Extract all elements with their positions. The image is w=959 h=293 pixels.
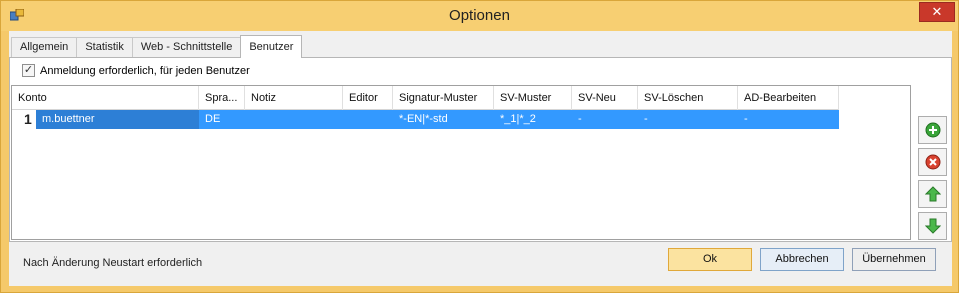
move-down-button[interactable] (918, 212, 947, 240)
ok-button[interactable]: Ok (668, 248, 752, 271)
column-header-konto[interactable]: Konto (12, 86, 199, 110)
cell-konto[interactable]: m.buettner (36, 110, 199, 129)
grid-header: Konto Spra... Notiz Editor Signatur-Must… (12, 86, 839, 110)
cell-sv-muster[interactable]: *_1|*_2 (494, 110, 572, 129)
status-text: Nach Änderung Neustart erforderlich (23, 257, 203, 269)
cell-sprache[interactable]: DE (199, 110, 245, 129)
cell-ad-bearbeiten[interactable]: - (738, 110, 839, 129)
column-header-notiz[interactable]: Notiz (245, 86, 343, 110)
arrow-up-icon (925, 186, 941, 202)
window-title: Optionen (449, 7, 510, 24)
cancel-button[interactable]: Abbrechen (760, 248, 844, 271)
add-icon (925, 122, 941, 138)
close-button[interactable]: ✕ (919, 2, 955, 22)
add-user-button[interactable] (918, 116, 947, 144)
column-header-signatur-muster[interactable]: Signatur-Muster (393, 86, 494, 110)
tab-benutzer[interactable]: Benutzer (240, 35, 303, 58)
column-header-ad-bearbeiten[interactable]: AD-Bearbeiten (738, 86, 839, 110)
login-required-row[interactable]: ✓ Anmeldung erforderlich, für jeden Benu… (22, 64, 250, 77)
cell-sv-loeschen[interactable]: - (638, 110, 738, 129)
row-number: 1 (24, 111, 32, 127)
close-icon: ✕ (931, 4, 943, 19)
cell-sv-neu[interactable]: - (572, 110, 638, 129)
arrow-down-icon (925, 218, 941, 234)
table-row[interactable]: m.buettner DE *-EN|*-std *_1|*_2 - - - (36, 110, 839, 129)
cell-notiz[interactable] (245, 110, 343, 129)
remove-icon (925, 154, 941, 170)
benutzer-panel: ✓ Anmeldung erforderlich, für jeden Benu… (9, 57, 952, 242)
column-header-sv-neu[interactable]: SV-Neu (572, 86, 638, 110)
column-header-editor[interactable]: Editor (343, 86, 393, 110)
tab-statistik[interactable]: Statistik (76, 37, 133, 58)
move-up-button[interactable] (918, 180, 947, 208)
column-header-sv-loeschen[interactable]: SV-Löschen (638, 86, 738, 110)
title-bar[interactable]: Optionen ✕ (1, 1, 958, 31)
login-required-label: Anmeldung erforderlich, für jeden Benutz… (40, 64, 250, 77)
apply-button[interactable]: Übernehmen (852, 248, 936, 271)
tab-web-schnittstelle[interactable]: Web - Schnittstelle (131, 37, 242, 58)
dialog-body: Allgemein Statistik Web - Schnittstelle … (9, 31, 952, 286)
column-header-sv-muster[interactable]: SV-Muster (494, 86, 572, 110)
checkmark-icon: ✓ (23, 64, 34, 76)
options-window: Optionen ✕ Allgemein Statistik Web - Sch… (0, 0, 959, 293)
user-grid[interactable]: Konto Spra... Notiz Editor Signatur-Must… (11, 85, 911, 240)
cell-signatur-muster[interactable]: *-EN|*-std (393, 110, 494, 129)
column-header-sprache[interactable]: Spra... (199, 86, 245, 110)
tab-strip: Allgemein Statistik Web - Schnittstelle … (11, 35, 303, 58)
cell-editor[interactable] (343, 110, 393, 129)
remove-user-button[interactable] (918, 148, 947, 176)
login-required-checkbox[interactable]: ✓ (22, 64, 35, 77)
tab-allgemein[interactable]: Allgemein (11, 37, 78, 58)
